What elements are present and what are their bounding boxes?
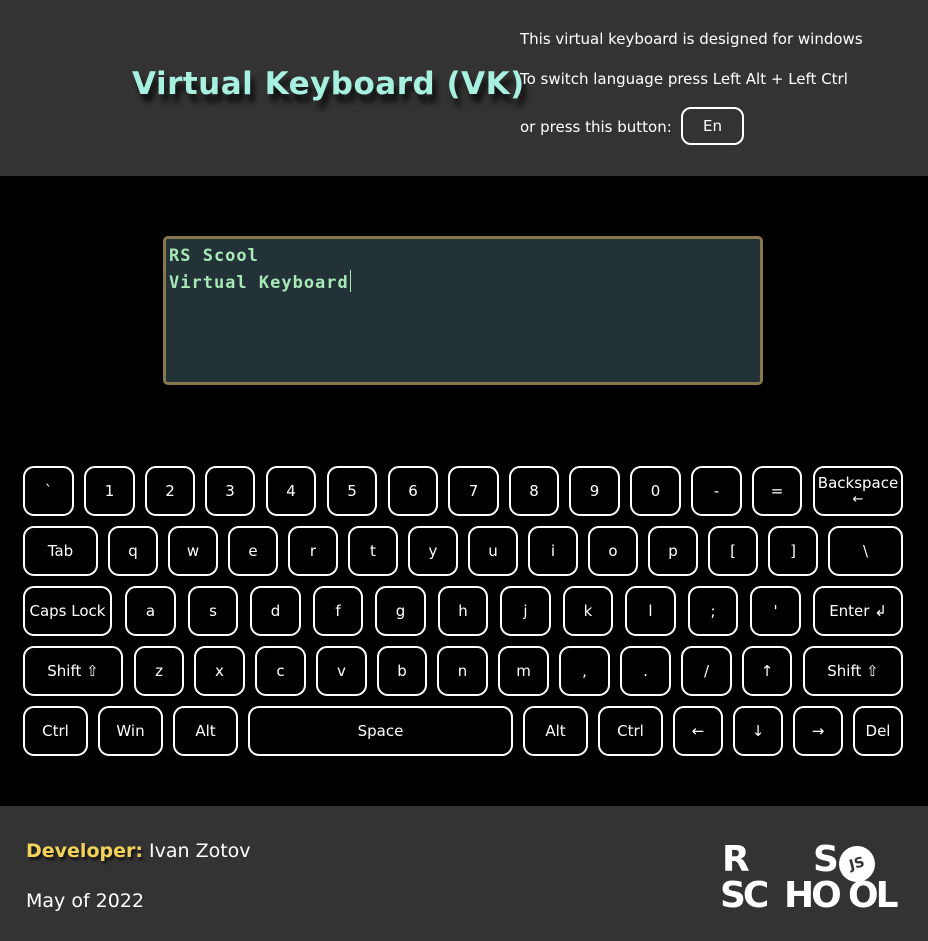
key-i[interactable]: i: [528, 526, 578, 576]
text-line-1: RS Scool: [169, 246, 259, 266]
developer-name: Ivan Zotov: [149, 840, 251, 862]
key-1[interactable]: 1: [84, 466, 135, 516]
key-arrow-up[interactable]: ↑: [742, 646, 792, 696]
logo-letter-s: S: [813, 839, 839, 880]
key-b[interactable]: b: [377, 646, 427, 696]
key-8[interactable]: 8: [509, 466, 559, 516]
key-arrow-down[interactable]: ↓: [733, 706, 783, 756]
logo-ol: OL: [848, 875, 899, 916]
info-press-button: or press this button:: [520, 118, 672, 136]
page-title: Virtual Keyboard (VK): [132, 66, 525, 102]
key-j[interactable]: j: [500, 586, 551, 636]
key-7[interactable]: 7: [448, 466, 499, 516]
key-s[interactable]: s: [188, 586, 238, 636]
key-minus[interactable]: -: [691, 466, 742, 516]
key-backspace-arrow-icon: ←: [852, 492, 864, 508]
key-bracket-right[interactable]: ]: [768, 526, 818, 576]
key-shift-left[interactable]: Shift ⇧: [23, 646, 123, 696]
key-2[interactable]: 2: [145, 466, 195, 516]
logo-sc: SC: [720, 875, 769, 916]
key-caps-lock[interactable]: Caps Lock: [23, 586, 112, 636]
footer: Developer: Ivan Zotov May of 2022 R S JS…: [0, 806, 928, 941]
key-bracket-left[interactable]: [: [708, 526, 758, 576]
key-comma[interactable]: ,: [559, 646, 610, 696]
key-slash[interactable]: /: [681, 646, 732, 696]
key-ctrl-right[interactable]: Ctrl: [598, 706, 663, 756]
key-arrow-left[interactable]: ←: [673, 706, 723, 756]
key-g[interactable]: g: [375, 586, 426, 636]
key-w[interactable]: w: [168, 526, 218, 576]
key-shift-right[interactable]: Shift ⇧: [803, 646, 903, 696]
key-x[interactable]: x: [194, 646, 245, 696]
key-v[interactable]: v: [316, 646, 367, 696]
header: Virtual Keyboard (VK) This virtual keybo…: [0, 0, 928, 176]
text-caret: [349, 270, 351, 292]
key-a[interactable]: a: [125, 586, 176, 636]
key-m[interactable]: m: [498, 646, 549, 696]
key-equal[interactable]: =: [752, 466, 802, 516]
key-9[interactable]: 9: [569, 466, 620, 516]
key-ctrl-left[interactable]: Ctrl: [23, 706, 88, 756]
release-date: May of 2022: [26, 890, 145, 912]
key-t[interactable]: t: [348, 526, 398, 576]
key-arrow-right[interactable]: →: [793, 706, 843, 756]
key-q[interactable]: q: [108, 526, 158, 576]
key-n[interactable]: n: [437, 646, 488, 696]
text-line-2-content: Virtual Keyboard: [169, 273, 349, 293]
main-area: RS Scool Virtual Keyboard ` 1 2 3 4 5 6 …: [0, 176, 928, 806]
key-c[interactable]: c: [255, 646, 306, 696]
logo-letter-r: R: [722, 839, 750, 880]
key-z[interactable]: z: [134, 646, 184, 696]
key-l[interactable]: l: [625, 586, 676, 636]
info-windows: This virtual keyboard is designed for wi…: [520, 30, 863, 48]
key-d[interactable]: d: [250, 586, 301, 636]
key-r[interactable]: r: [288, 526, 338, 576]
key-6[interactable]: 6: [388, 466, 438, 516]
key-0[interactable]: 0: [630, 466, 681, 516]
key-5[interactable]: 5: [327, 466, 377, 516]
key-alt-right[interactable]: Alt: [523, 706, 588, 756]
key-delete[interactable]: Del: [853, 706, 903, 756]
key-backspace-label: Backspace: [817, 473, 899, 492]
key-f[interactable]: f: [313, 586, 363, 636]
key-p[interactable]: p: [648, 526, 698, 576]
key-backquote[interactable]: `: [23, 466, 74, 516]
key-backslash[interactable]: \: [828, 526, 903, 576]
rs-school-logo[interactable]: R S JS SC HO OL: [718, 842, 908, 914]
key-3[interactable]: 3: [205, 466, 255, 516]
key-o[interactable]: o: [588, 526, 638, 576]
key-h[interactable]: h: [438, 586, 488, 636]
language-toggle-button[interactable]: En: [681, 107, 744, 145]
key-backspace[interactable]: Backspace ←: [813, 466, 903, 516]
key-period[interactable]: .: [620, 646, 671, 696]
key-4[interactable]: 4: [266, 466, 316, 516]
developer-credit: Developer: Ivan Zotov: [26, 840, 251, 862]
key-u[interactable]: u: [468, 526, 518, 576]
key-tab[interactable]: Tab: [23, 526, 98, 576]
info-switch-language: To switch language press Left Alt + Left…: [520, 70, 848, 88]
key-space[interactable]: Space: [248, 706, 513, 756]
logo-ho: HO: [784, 875, 842, 916]
key-win[interactable]: Win: [98, 706, 163, 756]
text-line-2: Virtual Keyboard: [169, 270, 757, 297]
key-semicolon[interactable]: ;: [688, 586, 738, 636]
key-alt-left[interactable]: Alt: [173, 706, 238, 756]
key-k[interactable]: k: [563, 586, 613, 636]
key-quote[interactable]: ': [750, 586, 801, 636]
key-enter[interactable]: Enter ↲: [813, 586, 903, 636]
text-output-area[interactable]: RS Scool Virtual Keyboard: [163, 236, 763, 385]
key-e[interactable]: e: [228, 526, 278, 576]
developer-label: Developer:: [26, 840, 143, 862]
key-y[interactable]: y: [408, 526, 458, 576]
